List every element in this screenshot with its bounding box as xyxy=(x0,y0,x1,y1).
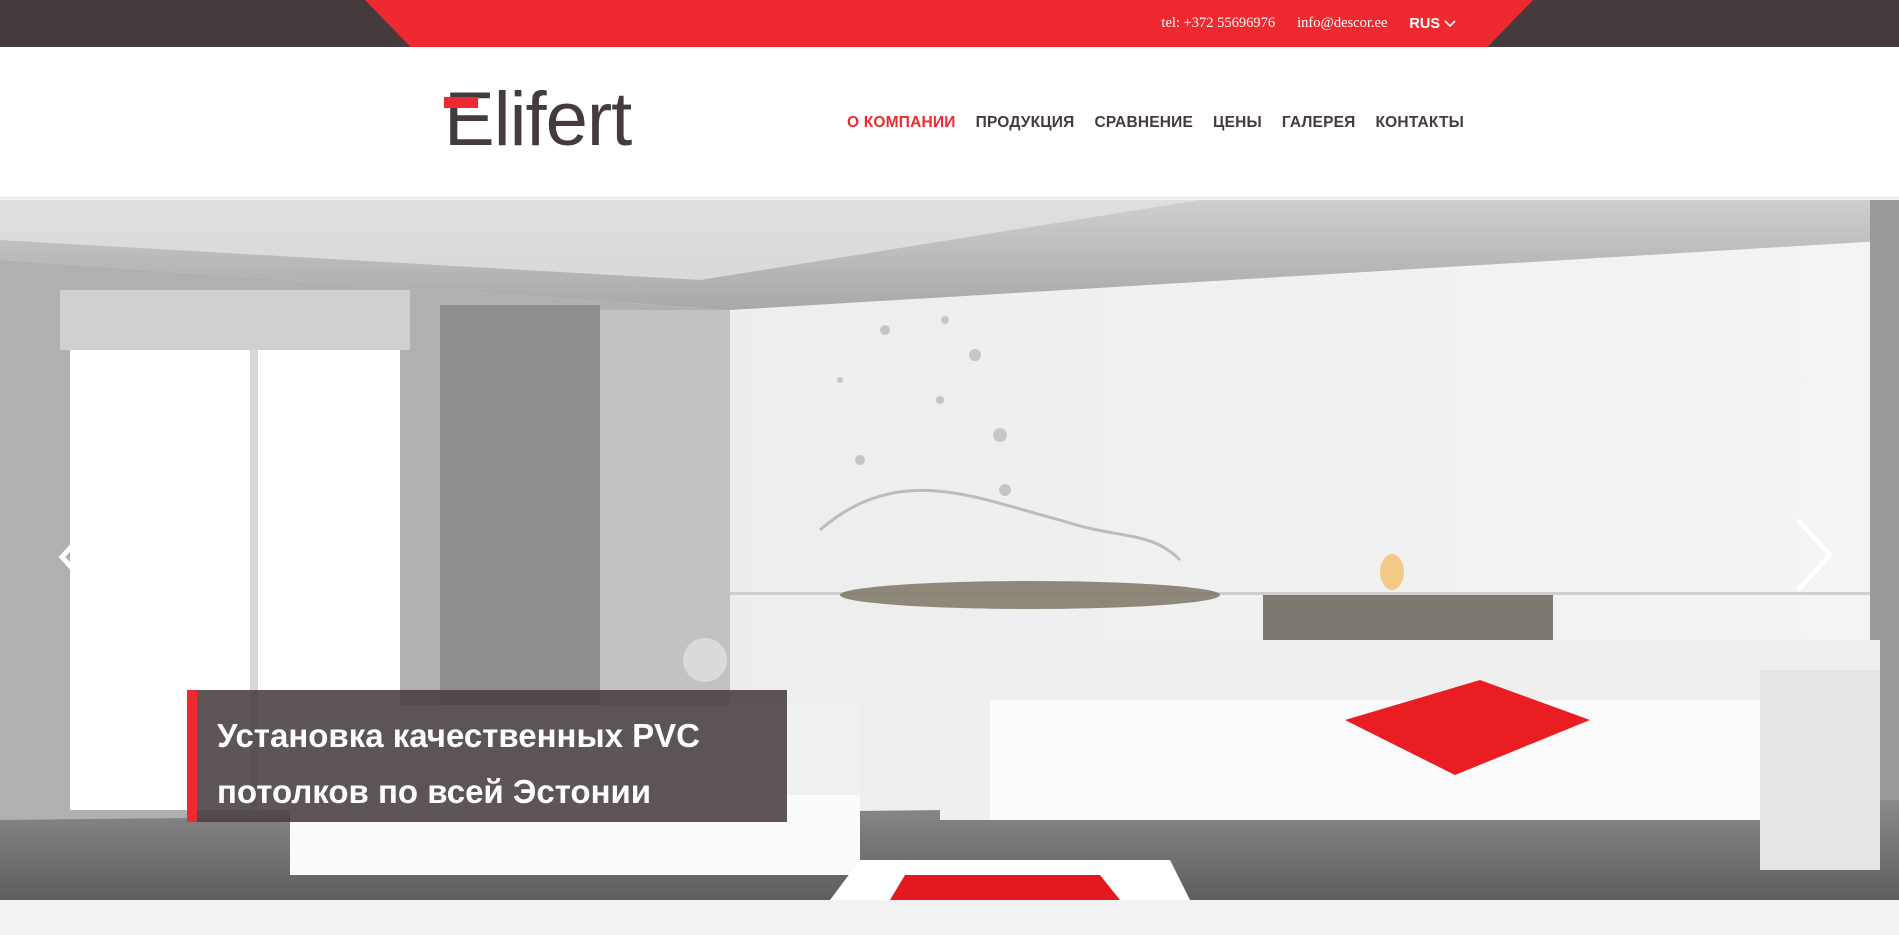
main-nav: О КОМПАНИИ ПРОДУКЦИЯ СРАВНЕНИЕ ЦЕНЫ ГАЛЕ… xyxy=(847,47,1464,198)
slider-next-button[interactable] xyxy=(1790,515,1840,595)
hero-caption-line-1: Установка качественных PVC xyxy=(217,717,700,754)
nav-item-gallery[interactable]: ГАЛЕРЕЯ xyxy=(1282,114,1356,132)
site-header: Elifert О КОМПАНИИ ПРОДУКЦИЯ СРАВНЕНИЕ Ц… xyxy=(0,47,1899,198)
logo-wordmark: Elifert xyxy=(444,77,632,162)
content-start-band xyxy=(0,900,1899,935)
slider-prev-button[interactable] xyxy=(52,515,102,595)
chevron-left-icon xyxy=(58,533,84,581)
phone-link[interactable]: tel: +372 55696976 xyxy=(1161,15,1275,32)
hero-slider: Установка качественных PVC потолков по в… xyxy=(0,200,1899,900)
logo[interactable]: Elifert xyxy=(444,82,632,158)
chevron-down-icon xyxy=(1444,19,1456,27)
nav-item-contacts[interactable]: КОНТАКТЫ xyxy=(1376,114,1465,132)
nav-item-products[interactable]: ПРОДУКЦИЯ xyxy=(976,114,1075,132)
email-link[interactable]: info@descor.ee xyxy=(1297,15,1387,32)
language-selector[interactable]: RUS xyxy=(1409,16,1456,32)
top-bar: tel: +372 55696976 info@descor.ee RUS xyxy=(0,0,1899,47)
logo-text: Elifert xyxy=(444,82,632,158)
hero-caption-line-2: потолков по всей Эстонии xyxy=(217,773,652,810)
hero-caption: Установка качественных PVC потолков по в… xyxy=(187,690,787,822)
language-label: RUS xyxy=(1409,15,1440,32)
nav-item-comparison[interactable]: СРАВНЕНИЕ xyxy=(1094,114,1193,132)
nav-item-prices[interactable]: ЦЕНЫ xyxy=(1213,114,1262,132)
contact-links: tel: +372 55696976 info@descor.ee RUS xyxy=(1161,0,1456,47)
chevron-right-icon xyxy=(1796,518,1834,592)
nav-item-about[interactable]: О КОМПАНИИ xyxy=(847,114,956,132)
logo-accent-bar xyxy=(444,97,478,108)
